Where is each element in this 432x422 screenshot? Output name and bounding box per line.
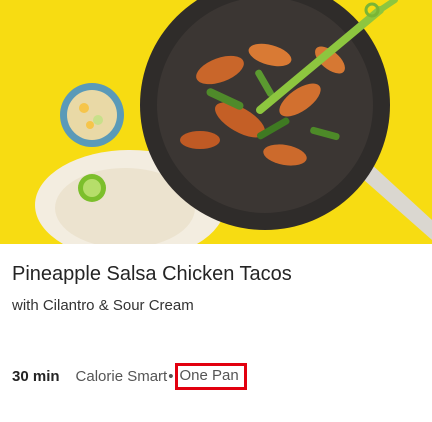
recipe-title[interactable]: Pineapple Salsa Chicken Tacos	[12, 263, 292, 286]
food-photo-icon	[0, 0, 432, 244]
recipe-subtitle: with Cilantro & Sour Cream	[12, 297, 194, 314]
recipe-card[interactable]: Pineapple Salsa Chicken Tacos with Cilan…	[0, 0, 432, 422]
tag-one-pan: One Pan	[174, 362, 247, 390]
tag-one-pan-label: One Pan	[179, 366, 239, 384]
recipe-image[interactable]	[0, 0, 432, 244]
tag-calorie-smart: Calorie Smart	[75, 367, 168, 385]
tag-separator: •	[168, 367, 174, 385]
cook-time: 30 min	[12, 367, 60, 385]
recipe-meta: 30 min Calorie Smart • One Pan	[12, 362, 247, 390]
